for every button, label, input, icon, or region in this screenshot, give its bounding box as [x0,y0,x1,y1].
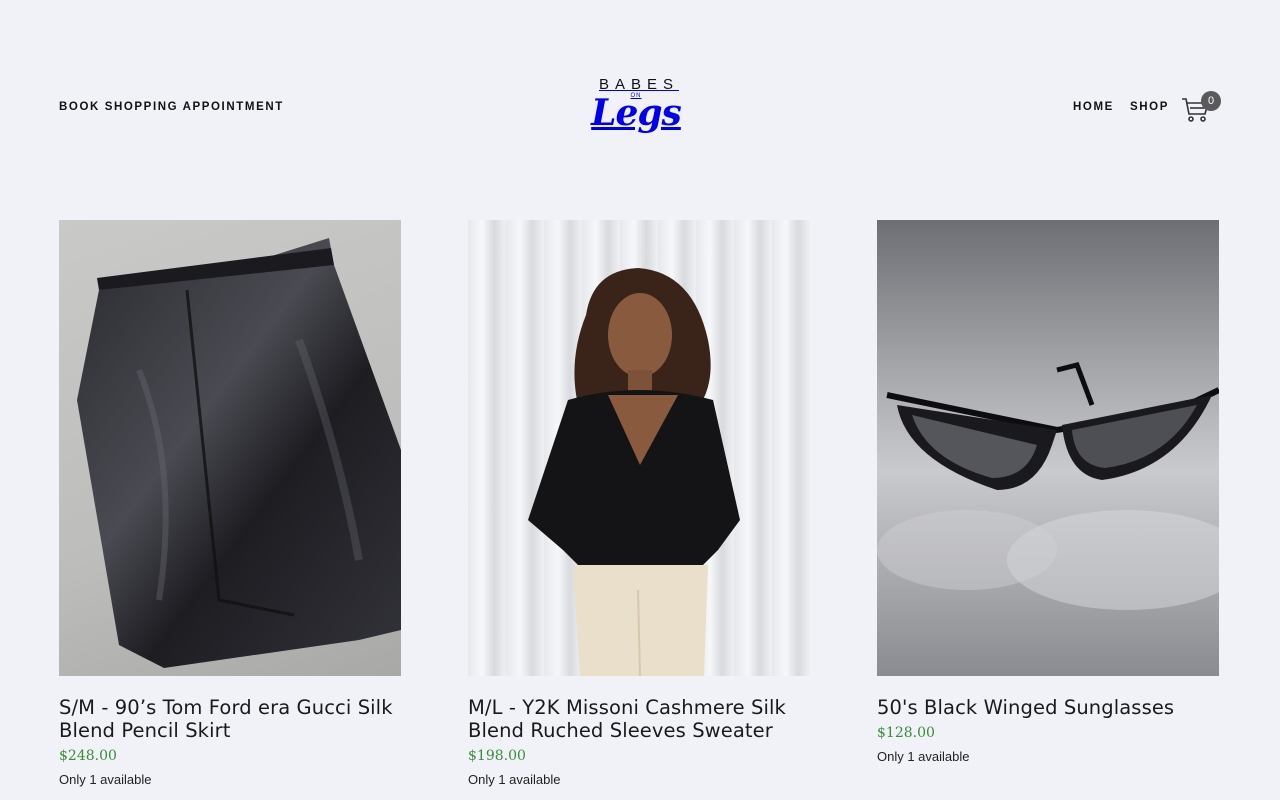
product-title[interactable]: S/M - 90’s Tom Ford era Gucci Silk Blend… [59,696,401,742]
product-image-skirt[interactable] [59,220,401,676]
book-appointment-link[interactable]: BOOK SHOPPING APPOINTMENT [59,101,284,113]
product-image-sunglasses[interactable] [877,220,1219,676]
product-availability: Only 1 available [59,772,152,787]
product-card[interactable]: M/L - Y2K Missoni Cashmere Silk Blend Ru… [468,220,810,787]
product-price: $128.00 [877,725,935,741]
product-image-sweater[interactable] [468,220,810,676]
logo-text-script: Legs [591,92,682,134]
product-price: $198.00 [468,748,526,764]
product-card[interactable]: 50's Black Winged Sunglasses $128.00 Onl… [877,220,1219,764]
product-title[interactable]: M/L - Y2K Missoni Cashmere Silk Blend Ru… [468,696,810,742]
product-price: $248.00 [59,748,117,764]
nav-shop-link[interactable]: SHOP [1130,101,1169,113]
product-card[interactable]: S/M - 90’s Tom Ford era Gucci Silk Blend… [59,220,401,787]
nav-home-link[interactable]: HOME [1073,101,1114,113]
product-availability: Only 1 available [877,749,970,764]
cart-count-badge: 0 [1201,91,1221,111]
site-logo[interactable]: BABES ON Legs [590,76,682,150]
product-availability: Only 1 available [468,772,561,787]
product-title[interactable]: 50's Black Winged Sunglasses [877,696,1219,719]
site-header: BOOK SHOPPING APPOINTMENT BABES ON Legs … [0,0,1280,200]
